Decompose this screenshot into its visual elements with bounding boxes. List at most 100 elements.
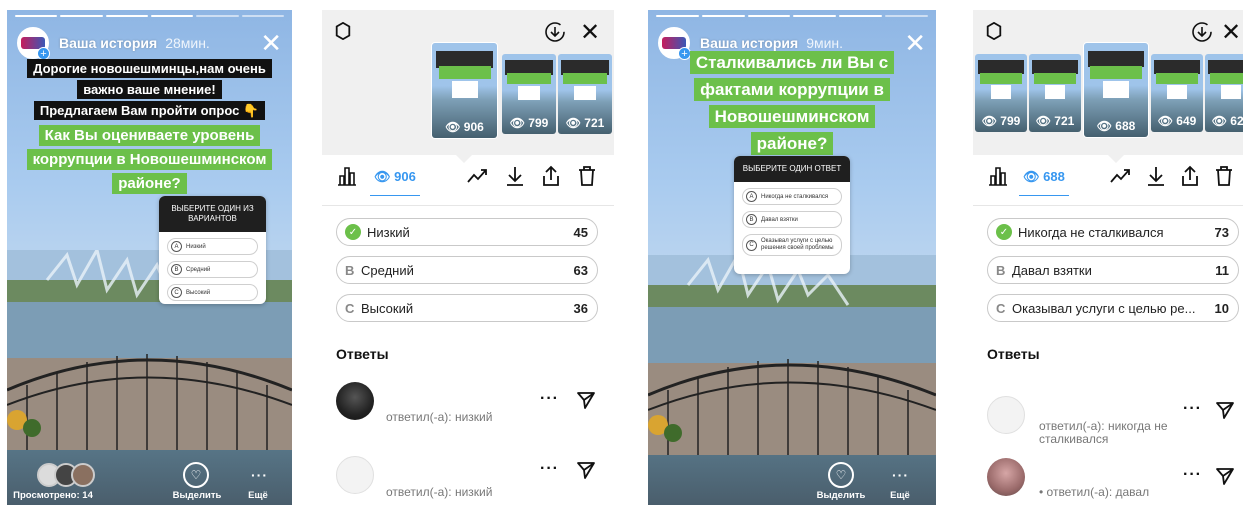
send-icon[interactable] [1215,400,1235,420]
story-thumbnail[interactable]: 👁 688 [1084,43,1148,137]
thumb-view-count: 👁 799 [509,116,549,130]
view-count-tab[interactable]: 👁 688 [1023,169,1065,185]
thumb-count-value: 688 [1115,119,1136,133]
thumb-count-value: 906 [463,120,484,134]
close-icon[interactable]: ✕ [260,30,282,56]
poll-option[interactable]: A Никогда не сталкивался [742,188,842,205]
story-thumbnail[interactable]: 👁 626 [1205,54,1243,132]
send-icon[interactable] [576,390,596,410]
download-icon[interactable] [504,165,526,187]
option-label: Средний [186,266,211,273]
active-tab-indicator [370,195,420,196]
poll-result-row[interactable]: C Оказывал услуги с целью ре... 10 [987,294,1239,322]
poll-option[interactable]: B Давал взятки [742,211,842,228]
poll-result-row[interactable]: ✓ Никогда не сталкивался 73 [987,218,1239,246]
more-label[interactable]: Ещё [885,490,915,501]
send-icon[interactable] [1215,466,1235,486]
option-label: Оказывал услуги с целью решения своей пр… [761,238,834,251]
thumb-count-value: 721 [584,116,605,130]
selected-caret [1108,155,1124,163]
thumb-view-count: 👁 626 [1205,114,1243,128]
story-thumbnail[interactable]: 👁 649 [1151,54,1203,132]
bar-chart-icon[interactable] [987,165,1009,187]
more-icon[interactable]: ··· [540,460,559,478]
story-thumbnail[interactable]: 👁 721 [558,54,612,134]
more-icon[interactable]: ··· [540,390,559,408]
story-header: + Ваша история 28мин. ✕ [17,27,282,60]
story-thumbnail[interactable]: 👁 906 [432,43,497,138]
thumb-count-value: 721 [1054,114,1075,128]
trend-icon[interactable] [1109,165,1131,187]
poll-option[interactable]: A Низкий [167,238,258,255]
answers-title: Ответы [987,346,1040,362]
trash-icon[interactable] [576,165,598,187]
viewer-avatars[interactable] [37,463,95,487]
poll-question-text: Как Вы оцениваете уровень коррупции в Но… [26,125,273,194]
story-footer: ♡ Выделить ··· Ещё [648,457,936,505]
heart-icon[interactable]: ♡ [183,462,209,488]
trend-icon[interactable] [466,165,488,187]
answer-text: ответил(-а): низкий [386,485,493,499]
story-thumbnail[interactable]: 👁 721 [1029,54,1081,132]
poll-result-row[interactable]: B Давал взятки 11 [987,256,1239,284]
highlight-label[interactable]: Выделить [167,490,227,501]
close-icon[interactable]: ✕ [1221,18,1241,47]
view-count-tab[interactable]: 👁 906 [374,169,416,185]
story-username: Ваша история [59,35,158,51]
poll-result-row[interactable]: C Высокий 36 [336,294,598,322]
more-icon[interactable]: ··· [1183,466,1202,484]
download-circle-icon[interactable] [544,21,566,43]
active-tab-indicator [1019,195,1069,196]
result-count: 36 [573,300,588,316]
story-thumbnail[interactable]: 👁 799 [502,54,556,134]
divider [973,205,1243,206]
answers-title: Ответы [336,346,389,362]
more-label[interactable]: Ещё [243,490,273,501]
share-icon[interactable] [1179,165,1201,187]
thumb-view-count: 👁 906 [445,120,484,134]
more-icon[interactable]: ··· [1183,400,1202,418]
gear-icon[interactable] [334,22,352,40]
send-icon[interactable] [576,460,596,480]
avatar[interactable] [987,396,1025,434]
download-circle-icon[interactable] [1191,21,1213,43]
poll-option[interactable]: C Оказывал услуги с целью решения своей п… [742,234,842,256]
poll-question: Как Вы оцениваете уровень коррупции в Но… [25,124,274,196]
close-icon[interactable]: ✕ [580,18,600,47]
poll-sticker[interactable]: ВЫБЕРИТЕ ОДИН ОТВЕТ A Никогда не сталкива… [734,156,850,274]
more-icon[interactable]: ··· [892,467,909,483]
bar-chart-icon[interactable] [336,165,358,187]
poll-result-row[interactable]: ✓ Низкий 45 [336,218,598,246]
result-count: 45 [573,224,588,240]
insights-tabs: 👁 688 [973,165,1243,205]
avatar[interactable] [336,382,374,420]
avatar[interactable] [336,456,374,494]
trash-icon[interactable] [1213,165,1235,187]
gear-icon[interactable] [985,22,1003,40]
highlight-label[interactable]: Выделить [811,490,871,501]
option-letter: C [746,239,757,251]
poll-sticker[interactable]: ВЫБЕРИТЕ ОДИН ИЗ ВАРИАНТОВ A Низкий B Сред… [159,196,266,304]
result-label: Средний [361,262,414,278]
poll-option[interactable]: C Высокий [167,284,258,301]
poll-header: ВЫБЕРИТЕ ОДИН ИЗ ВАРИАНТОВ [159,196,266,232]
story-footer: Просмотрено: 14 ♡ Выделить ··· Ещё [7,457,292,505]
poll-option[interactable]: B Средний [167,261,258,278]
option-letter: A [746,191,757,202]
story-progress [656,15,928,17]
story-viewer-1: + Ваша история 28мин. ✕ Дорогие новошешм… [7,10,292,505]
avatar[interactable]: + [17,27,50,60]
thumb-count-value: 799 [1000,114,1021,128]
result-count: 63 [573,262,588,278]
check-icon: ✓ [996,224,1012,240]
heart-icon[interactable]: ♡ [828,462,854,488]
avatar[interactable] [987,458,1025,496]
story-thumbnail[interactable]: 👁 799 [975,54,1027,132]
more-icon[interactable]: ··· [251,467,268,483]
viewed-count[interactable]: Просмотрено: 14 [13,490,93,501]
selected-caret [456,155,472,163]
download-icon[interactable] [1145,165,1167,187]
share-icon[interactable] [540,165,562,187]
poll-result-row[interactable]: B Средний 63 [336,256,598,284]
result-letter: C [345,300,355,316]
